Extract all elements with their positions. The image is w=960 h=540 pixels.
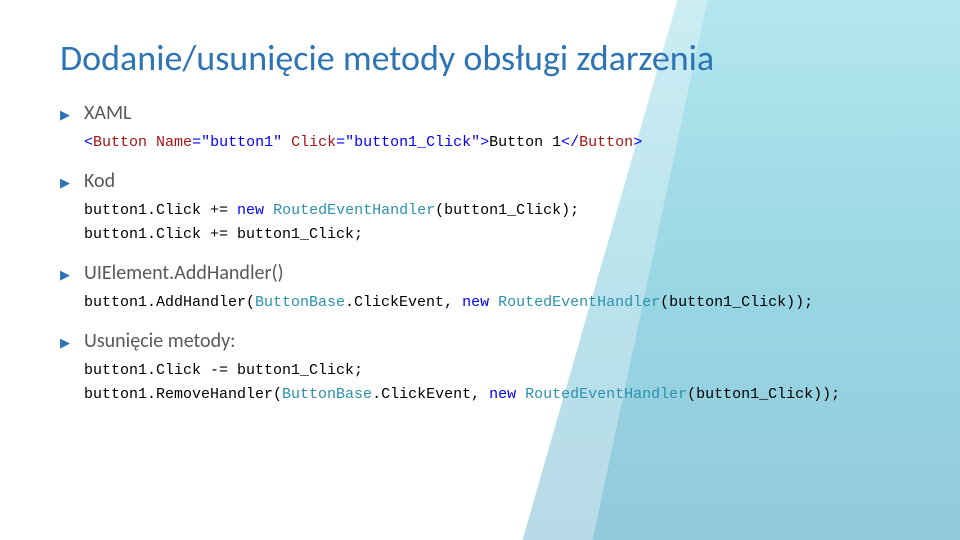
code-token: Button (93, 134, 147, 151)
code-token: (button1_Click)); (660, 294, 813, 311)
bullet-label: Usunięcie metody: (84, 329, 236, 353)
code-token (147, 134, 156, 151)
bullet-label: UIElement.AddHandler() (84, 261, 284, 285)
code-token (489, 294, 498, 311)
code-token: ="button1_Click"> (336, 134, 489, 151)
code-xaml: <Button Name="button1" Click="button1_Cl… (84, 131, 900, 155)
bullet-label: XAML (84, 101, 131, 125)
code-token: button1.Click += (84, 202, 237, 219)
code-token: button1.RemoveHandler( (84, 386, 282, 403)
bullet-icon: ▶ (60, 176, 74, 191)
code-token: </ (561, 134, 579, 151)
bullet-label: Kod (84, 169, 115, 193)
code-token: Click (291, 134, 336, 151)
bullet-xaml: ▶ XAML (60, 101, 900, 125)
code-addhandler: button1.AddHandler(ButtonBase.ClickEvent… (84, 291, 900, 315)
code-token: > (633, 134, 642, 151)
code-token: Name (156, 134, 192, 151)
bullet-icon: ▶ (60, 336, 74, 351)
code-token: ButtonBase (255, 294, 345, 311)
content: Dodanie/usunięcie metody obsługi zdarzen… (60, 38, 900, 407)
code-token: RoutedEventHandler (273, 202, 435, 219)
code-token: (button1_Click)); (687, 386, 840, 403)
bullet-usuniecie: ▶ Usunięcie metody: (60, 329, 900, 353)
code-token: (button1_Click); (435, 202, 579, 219)
slide: Dodanie/usunięcie metody obsługi zdarzen… (0, 0, 960, 540)
code-token: < (84, 134, 93, 151)
code-token (282, 134, 291, 151)
code-token: button1.Click += button1_Click; (84, 226, 363, 243)
code-token: .ClickEvent, (372, 386, 489, 403)
code-token: Button 1 (489, 134, 561, 151)
code-token (264, 202, 273, 219)
code-remove: button1.Click -= button1_Click; button1.… (84, 359, 900, 407)
code-token: new (489, 386, 516, 403)
code-token (516, 386, 525, 403)
code-kod: button1.Click += new RoutedEventHandler(… (84, 199, 900, 247)
code-token: new (462, 294, 489, 311)
bullet-kod: ▶ Kod (60, 169, 900, 193)
code-token: button1.AddHandler( (84, 294, 255, 311)
bullet-addhandler: ▶ UIElement.AddHandler() (60, 261, 900, 285)
code-token: button1.Click -= button1_Click; (84, 362, 363, 379)
code-token: ButtonBase (282, 386, 372, 403)
code-token: new (237, 202, 264, 219)
code-token: RoutedEventHandler (525, 386, 687, 403)
slide-title: Dodanie/usunięcie metody obsługi zdarzen… (60, 38, 900, 79)
bullet-icon: ▶ (60, 108, 74, 123)
code-token: Button (579, 134, 633, 151)
code-token: ="button1" (192, 134, 282, 151)
code-token: .ClickEvent, (345, 294, 462, 311)
bullet-icon: ▶ (60, 268, 74, 283)
code-token: RoutedEventHandler (498, 294, 660, 311)
